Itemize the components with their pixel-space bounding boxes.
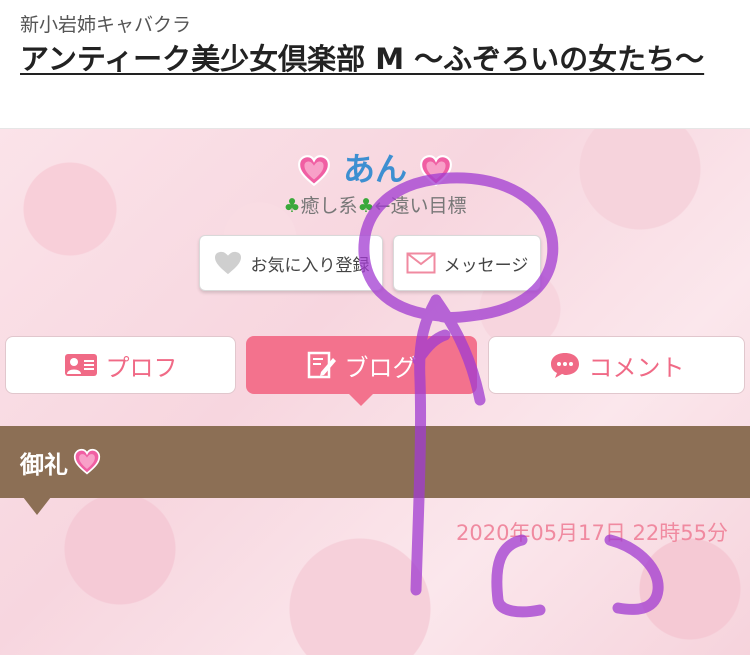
cast-name-row: あん xyxy=(0,144,750,190)
post-title: 御礼 xyxy=(20,450,68,479)
pink-heart-icon xyxy=(420,155,452,187)
post-date: 2020年05月17日 22時55分 xyxy=(455,521,728,545)
blog-edit-icon xyxy=(307,351,336,379)
envelope-icon xyxy=(406,252,436,274)
tab-comment[interactable]: コメント xyxy=(488,336,745,394)
message-button[interactable]: メッセージ xyxy=(393,235,541,291)
blog-post-title-bar: 御礼 xyxy=(0,426,750,498)
tab-comment-label: コメント xyxy=(588,353,685,382)
clover-icon: ♣ xyxy=(283,195,301,217)
favorite-button[interactable]: お気に入り登録 xyxy=(199,235,383,291)
cast-name: あん xyxy=(342,150,407,188)
tab-profile[interactable]: プロフ xyxy=(5,336,236,394)
heart-outline-icon xyxy=(214,251,241,275)
profile-card-icon xyxy=(64,354,97,376)
active-tab-pointer xyxy=(348,393,374,406)
page-header: 新小岩姉キャバクラ アンティーク美少女倶楽部 M 〜ふぞろいの女たち〜 xyxy=(0,0,750,129)
title-bar-pointer xyxy=(23,497,51,515)
catchphrase-main: 癒し系 xyxy=(300,195,358,217)
message-button-label: メッセージ xyxy=(443,255,529,276)
clover-icon: ♣ xyxy=(357,195,375,217)
comment-bubble-icon xyxy=(550,353,579,378)
tab-blog[interactable]: ブログ xyxy=(246,336,477,394)
favorite-button-label: お気に入り登録 xyxy=(250,255,370,276)
tab-profile-label: プロフ xyxy=(105,353,178,382)
catchphrase: ♣癒し系♣←遠い目標 xyxy=(0,191,750,218)
area-label: 新小岩姉キャバクラ xyxy=(20,14,192,36)
shop-title-link[interactable]: アンティーク美少女倶楽部 M 〜ふぞろいの女たち〜 xyxy=(20,40,720,79)
tab-blog-label: ブログ xyxy=(344,353,417,382)
pink-heart-icon xyxy=(73,448,101,475)
catchphrase-tail: ←遠い目標 xyxy=(374,195,467,217)
pink-heart-icon xyxy=(298,155,330,187)
